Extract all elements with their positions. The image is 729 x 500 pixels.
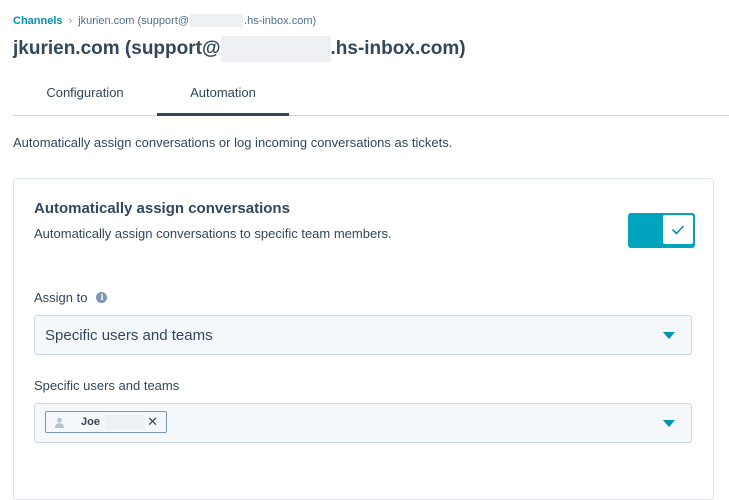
users-teams-label: Specific users and teams — [34, 378, 180, 393]
assign-to-label: Assign to i — [34, 290, 108, 305]
tab-configuration-label: Configuration — [46, 84, 124, 100]
assign-to-select-value: Specific users and teams — [45, 327, 213, 344]
breadcrumb: Channels › jkurien.com (support@ .hs-inb… — [13, 14, 316, 27]
auto-assign-toggle[interactable] — [628, 213, 695, 248]
tab-configuration[interactable]: Configuration — [13, 70, 157, 114]
toggle-knob — [662, 214, 694, 245]
checkmark-icon — [672, 225, 684, 234]
users-teams-select[interactable]: Joe ✕ — [34, 403, 692, 443]
page-title: jkurien.com (support@ .hs-inbox.com) — [13, 36, 466, 62]
user-chip-name: Joe — [81, 416, 100, 428]
tab-automation[interactable]: Automation — [157, 70, 289, 116]
auto-assign-title: Automatically assign conversations — [34, 200, 290, 217]
info-icon[interactable]: i — [96, 292, 108, 303]
close-icon[interactable]: ✕ — [147, 414, 158, 430]
breadcrumb-current-prefix: jkurien.com (support@ — [78, 14, 190, 27]
user-chip: Joe ✕ — [45, 411, 167, 433]
active-tab-indicator — [157, 113, 289, 116]
redacted-block — [220, 36, 331, 62]
assign-to-label-text: Assign to — [34, 290, 88, 305]
redacted-block — [105, 415, 145, 429]
intro-text: Automatically assign conversations or lo… — [13, 135, 453, 150]
breadcrumb-current-suffix: .hs-inbox.com) — [244, 14, 317, 27]
page-title-suffix: .hs-inbox.com) — [330, 38, 466, 59]
tab-automation-label: Automation — [190, 84, 256, 100]
page-title-prefix: jkurien.com (support@ — [13, 38, 221, 59]
breadcrumb-channels-link[interactable]: Channels — [13, 15, 63, 27]
caret-down-icon — [663, 332, 675, 339]
chevron-right-icon: › — [68, 14, 73, 27]
user-avatar-icon — [55, 417, 64, 428]
assign-to-select[interactable]: Specific users and teams — [34, 315, 692, 355]
auto-assign-description: Automatically assign conversations to sp… — [34, 226, 392, 241]
redacted-block — [190, 14, 244, 27]
caret-down-icon — [663, 420, 675, 427]
tab-bar: Configuration Automation — [13, 70, 729, 116]
